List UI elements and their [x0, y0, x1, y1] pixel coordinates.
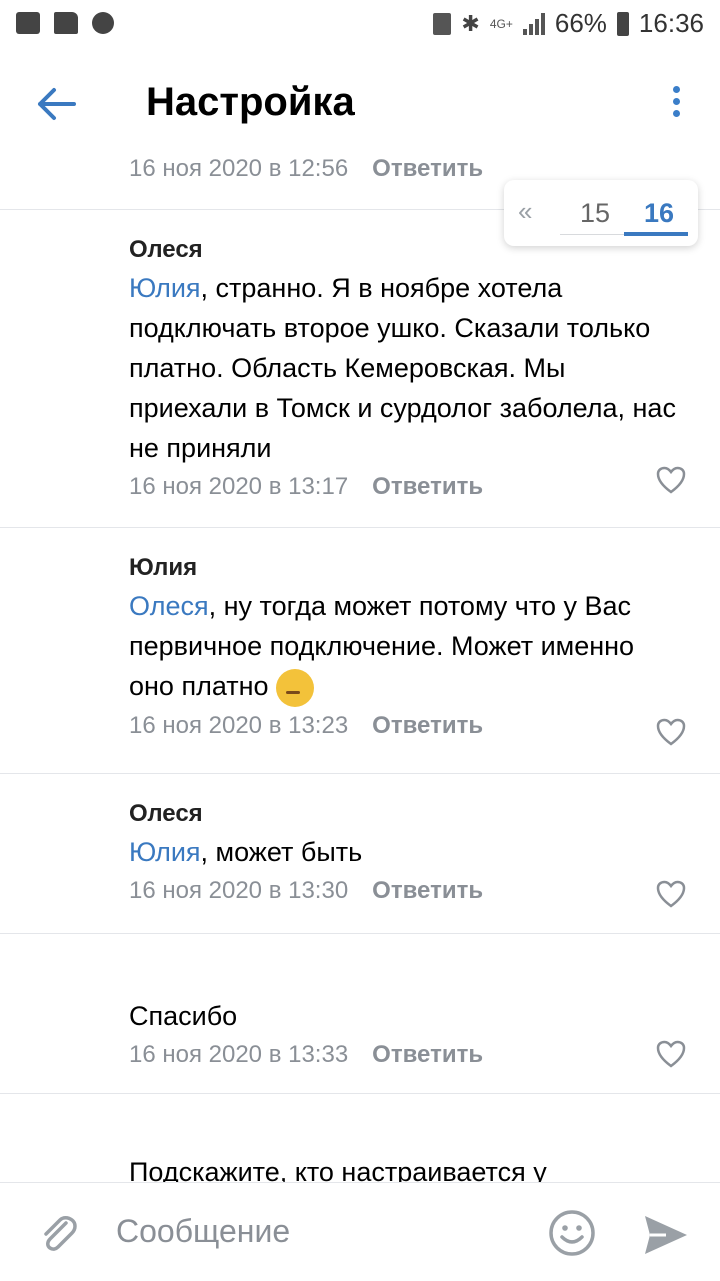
comment-meta: 16 ноя 2020 в 13:30 Ответить	[129, 874, 680, 908]
comment-text: Спасибо	[129, 1001, 238, 1031]
status-bar: ✱ 4G+ 66% 16:36	[0, 0, 720, 52]
reply-button[interactable]: Ответить	[372, 877, 483, 905]
comment-text: Подскажите, кто настраивается у	[129, 1157, 547, 1182]
folder-icon	[54, 12, 78, 34]
comment-item: Спасибо 16 ноя 2020 в 13:33 Ответить	[0, 934, 720, 1094]
clock: 16:36	[638, 8, 704, 38]
bluetooth-icon: ✱	[461, 10, 480, 36]
mention-link[interactable]: Юлия	[129, 273, 201, 303]
more-menu-icon[interactable]	[672, 86, 680, 122]
reply-button[interactable]: Ответить	[372, 712, 483, 740]
prev-page-button[interactable]: «	[518, 196, 532, 227]
comment-meta: 16 ноя 2020 в 13:23 Ответить	[129, 709, 680, 743]
heart-icon[interactable]	[656, 880, 686, 908]
thinking-face-icon	[276, 668, 315, 707]
comment-item: Подскажите, кто настраивается у	[0, 1094, 720, 1182]
comment-text: Юлия, странно. Я в ноябре хотела подключ…	[129, 268, 680, 468]
page-15-button[interactable]: 15	[580, 198, 610, 229]
message-input[interactable]: Сообщение	[116, 1213, 290, 1250]
battery-icon	[616, 11, 629, 36]
reply-button[interactable]: Ответить	[372, 155, 483, 183]
comment-date: 16 ноя 2020 в 13:17	[129, 473, 349, 500]
comment-text: Олеся, ну тогда может потому что у Вас п…	[129, 586, 680, 707]
comment-author: Олеся	[129, 800, 203, 827]
comment-meta: 16 ноя 2020 в 12:56 Ответить	[129, 152, 483, 186]
battery-percent: 66%	[554, 8, 607, 38]
comment-meta: 16 ноя 2020 в 13:17 Ответить	[129, 470, 680, 504]
comment-author: Юлия	[129, 554, 198, 581]
reply-button[interactable]: Ответить	[372, 1041, 483, 1069]
reply-button[interactable]: Ответить	[372, 473, 483, 501]
send-icon[interactable]	[642, 1213, 690, 1257]
comment-item: Олеся Юлия, может быть 16 ноя 2020 в 13:…	[0, 774, 720, 934]
comment-date: 16 ноя 2020 в 13:33	[129, 1041, 349, 1068]
app-header: Настройка	[0, 52, 720, 156]
current-page-indicator	[624, 232, 688, 236]
disc-icon	[92, 12, 114, 34]
back-arrow-icon[interactable]	[34, 84, 78, 124]
heart-icon[interactable]	[656, 718, 686, 746]
recycle-icon	[433, 12, 452, 35]
comment-body: , может быть	[200, 837, 363, 867]
gallery-icon	[16, 12, 40, 34]
comment-meta: 16 ноя 2020 в 13:33 Ответить	[129, 1038, 680, 1072]
smile-icon[interactable]	[548, 1209, 596, 1257]
network-type: 4G+	[489, 16, 513, 31]
heart-icon[interactable]	[656, 1040, 686, 1068]
comment-feed[interactable]: 16 ноя 2020 в 12:56 Ответить Олеся Юлия,…	[0, 150, 720, 1182]
mention-link[interactable]: Юлия	[129, 837, 201, 867]
heart-icon[interactable]	[656, 466, 686, 494]
page-title: Настройка	[146, 80, 355, 124]
mention-link[interactable]: Олеся	[129, 591, 209, 621]
comment-date: 16 ноя 2020 в 12:56	[129, 155, 349, 182]
comment-item: Юлия Олеся, ну тогда может потому что у …	[0, 528, 720, 774]
comment-date: 16 ноя 2020 в 13:30	[129, 877, 349, 904]
comment-date: 16 ноя 2020 в 13:23	[129, 711, 349, 739]
comment-text: Юлия, может быть	[129, 832, 680, 872]
comment-body: , странно. Я в ноябре хотела подключать …	[129, 273, 676, 463]
paperclip-icon[interactable]	[36, 1211, 80, 1255]
comment-item: Олеся Юлия, странно. Я в ноябре хотела п…	[0, 210, 720, 528]
signal-icon	[522, 12, 545, 35]
page-16-button[interactable]: 16	[644, 198, 674, 229]
page-switcher: « 15 16	[504, 180, 698, 246]
message-composer: Сообщение	[0, 1182, 720, 1281]
